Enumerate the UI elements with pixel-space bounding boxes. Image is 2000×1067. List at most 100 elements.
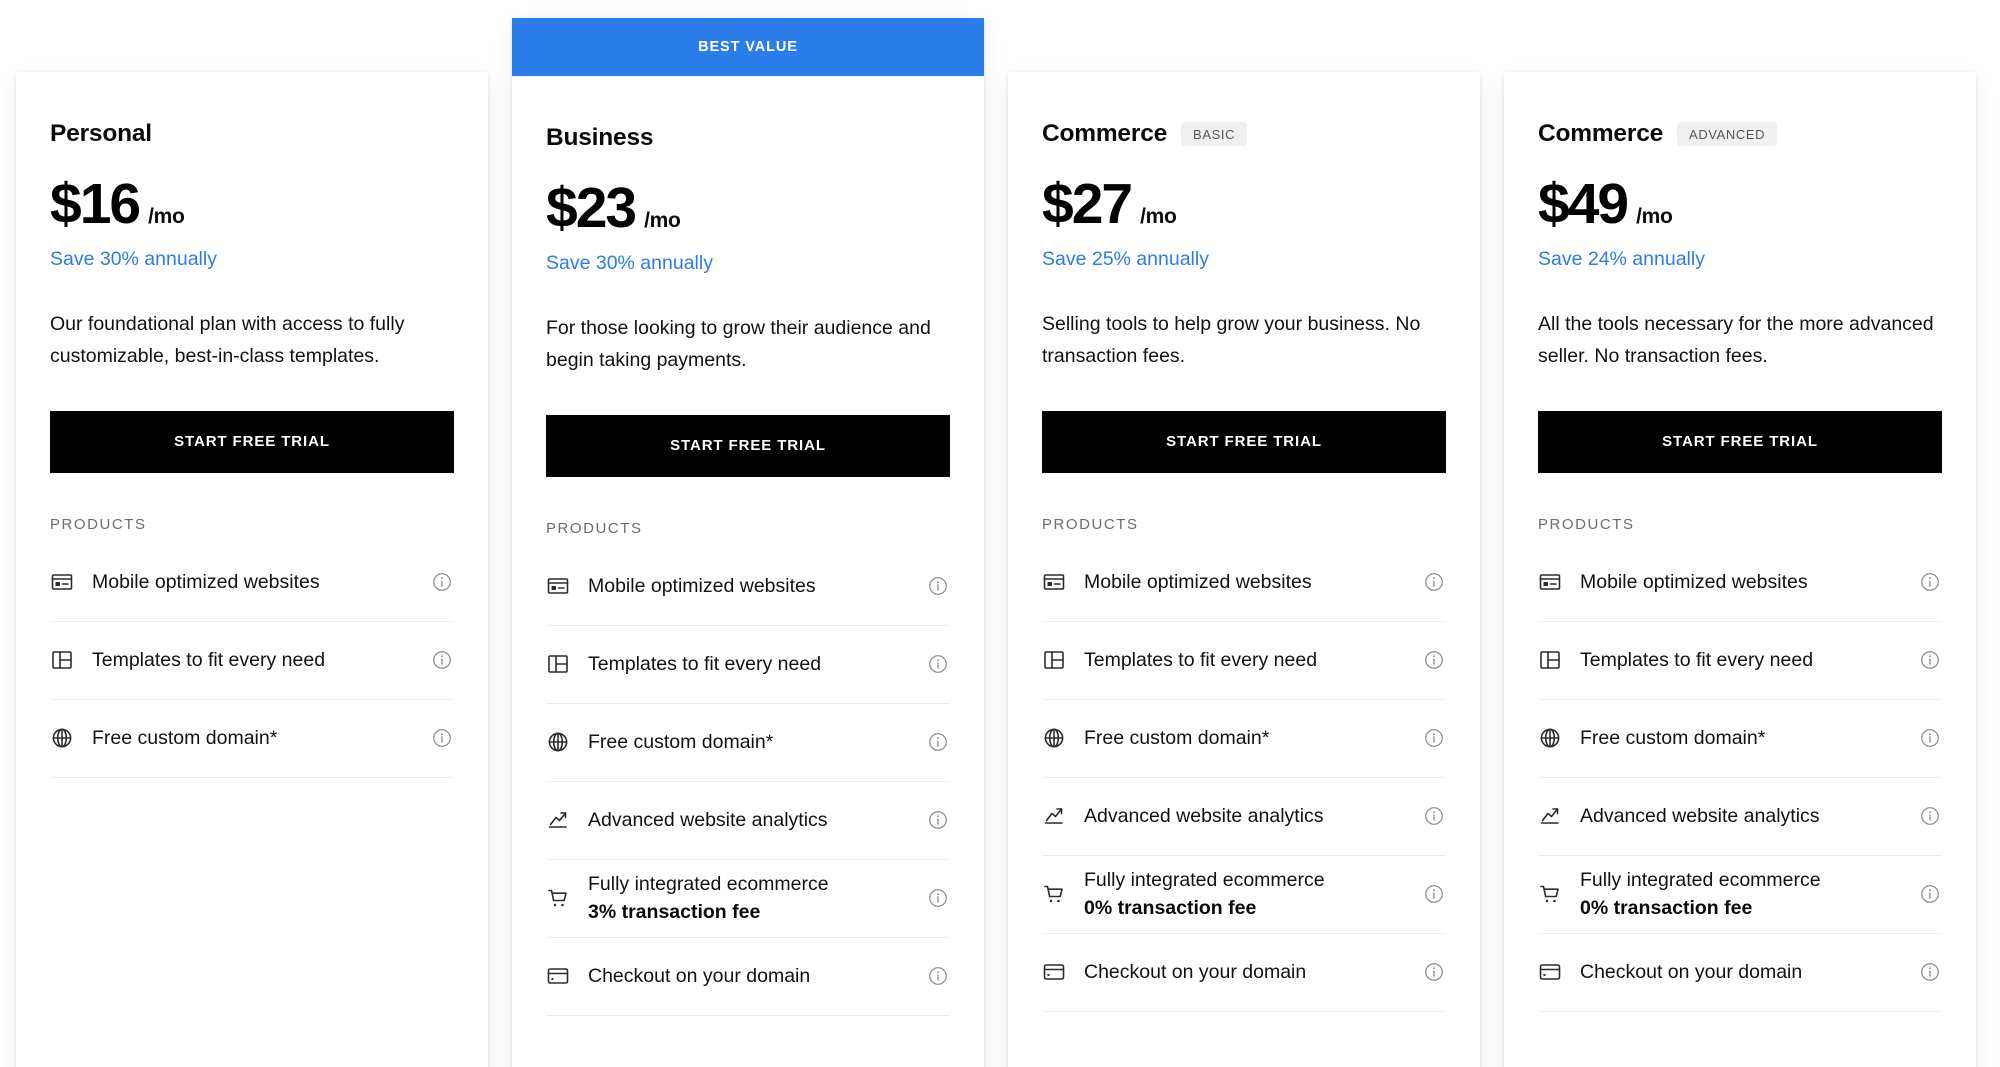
plan-feature-text: Fully integrated ecommerce 0% transaction… bbox=[1084, 866, 1422, 922]
feature-info-icon[interactable] bbox=[926, 575, 950, 597]
plan-feature-text: Mobile optimized websites bbox=[1084, 568, 1422, 596]
feature-info-icon[interactable] bbox=[1918, 961, 1942, 983]
plan-price-amount: $23 bbox=[546, 176, 637, 240]
annual-savings-link[interactable]: Save 30% annually bbox=[546, 251, 950, 275]
plan-feature-subtext: 3% transaction fee bbox=[588, 901, 761, 924]
credit-card-icon bbox=[1538, 960, 1580, 984]
plan-card-business: BEST VALUE Business $23/mo Save 30% annuall… bbox=[512, 18, 984, 1067]
plan-feature-label: Templates to fit every need bbox=[588, 652, 822, 675]
start-free-trial-button[interactable]: START FREE TRIAL bbox=[1042, 410, 1446, 473]
plan-feature-row: Advanced website analytics bbox=[1538, 778, 1942, 856]
shopping-cart-icon bbox=[546, 886, 588, 910]
plan-feature-label: Mobile optimized websites bbox=[588, 574, 816, 597]
products-section-heading: PRODUCTS bbox=[50, 515, 147, 533]
plan-feature-text: Checkout on your domain bbox=[1580, 958, 1918, 986]
plan-feature-row: Templates to fit every need bbox=[50, 622, 454, 700]
plan-feature-row: Fully integrated ecommerce 0% transaction… bbox=[1042, 856, 1446, 934]
plan-feature-label: Advanced website analytics bbox=[1084, 804, 1324, 827]
pricing-plans-comparison: Personal $16/mo Save 30% annually Our found… bbox=[0, 0, 2000, 1067]
start-free-trial-button[interactable]: START FREE TRIAL bbox=[546, 414, 950, 477]
feature-info-icon[interactable] bbox=[1422, 883, 1446, 905]
plan-feature-row: Checkout on your domain bbox=[1042, 934, 1446, 1012]
feature-info-icon[interactable] bbox=[430, 571, 454, 593]
analytics-chart-icon bbox=[546, 808, 588, 832]
start-free-trial-button[interactable]: START FREE TRIAL bbox=[1538, 410, 1942, 473]
plan-feature-row: Mobile optimized websites bbox=[1538, 544, 1942, 622]
annual-savings-link[interactable]: Save 30% annually bbox=[50, 247, 454, 271]
plan-price-period: /mo bbox=[644, 209, 681, 232]
globe-icon bbox=[50, 726, 92, 750]
feature-info-icon[interactable] bbox=[430, 727, 454, 749]
feature-info-icon[interactable] bbox=[926, 653, 950, 675]
plan-feature-row: Free custom domain* bbox=[1538, 700, 1942, 778]
plan-card-body: Commerce ADVANCED $49/mo Save 24% annually A… bbox=[1504, 72, 1976, 1012]
feature-info-icon[interactable] bbox=[1422, 727, 1446, 749]
plan-feature-text: Advanced website analytics bbox=[1084, 802, 1422, 830]
annual-savings-link[interactable]: Save 24% annually bbox=[1538, 247, 1942, 271]
feature-info-icon[interactable] bbox=[430, 649, 454, 671]
plan-feature-list: Mobile optimized websites Templates to fi… bbox=[50, 544, 454, 778]
browser-window-icon bbox=[1042, 570, 1084, 594]
feature-info-icon[interactable] bbox=[1422, 961, 1446, 983]
plan-feature-text: Mobile optimized websites bbox=[92, 568, 430, 596]
feature-info-icon[interactable] bbox=[1422, 805, 1446, 827]
analytics-chart-icon bbox=[1538, 804, 1580, 828]
feature-info-icon[interactable] bbox=[1918, 571, 1942, 593]
plan-feature-row: Advanced website analytics bbox=[1042, 778, 1446, 856]
plan-feature-text: Advanced website analytics bbox=[1580, 802, 1918, 830]
plan-feature-row: Templates to fit every need bbox=[1538, 622, 1942, 700]
feature-info-icon[interactable] bbox=[926, 809, 950, 831]
feature-info-icon[interactable] bbox=[1918, 883, 1942, 905]
plan-feature-subtext: 0% transaction fee bbox=[1580, 897, 1753, 920]
feature-info-icon[interactable] bbox=[1918, 727, 1942, 749]
plan-feature-row: Mobile optimized websites bbox=[546, 548, 950, 626]
plan-feature-text: Templates to fit every need bbox=[92, 646, 430, 674]
feature-info-icon[interactable] bbox=[926, 731, 950, 753]
feature-info-icon[interactable] bbox=[1422, 649, 1446, 671]
layout-columns-icon bbox=[546, 652, 588, 676]
plan-price-row: $16/mo bbox=[50, 176, 454, 233]
plan-feature-label: Mobile optimized websites bbox=[1580, 570, 1808, 593]
plan-feature-label: Free custom domain* bbox=[92, 726, 278, 749]
best-value-label: BEST VALUE bbox=[698, 39, 798, 55]
browser-window-icon bbox=[546, 574, 588, 598]
plan-feature-row: Advanced website analytics bbox=[546, 782, 950, 860]
plan-feature-label: Checkout on your domain bbox=[1084, 960, 1307, 983]
plan-name: Commerce bbox=[1538, 119, 1664, 147]
plan-title-row: Commerce ADVANCED bbox=[1538, 72, 1942, 146]
plan-title-row: Commerce BASIC bbox=[1042, 72, 1446, 146]
plan-feature-row: Free custom domain* bbox=[1042, 700, 1446, 778]
plan-feature-label: Free custom domain* bbox=[1084, 726, 1270, 749]
plan-price-amount: $27 bbox=[1042, 172, 1133, 236]
plan-price-period: /mo bbox=[148, 205, 185, 228]
plan-card-body: Personal $16/mo Save 30% annually Our found… bbox=[16, 72, 488, 778]
plan-feature-text: Free custom domain* bbox=[1580, 724, 1918, 752]
feature-info-icon[interactable] bbox=[1918, 649, 1942, 671]
feature-info-icon[interactable] bbox=[1918, 805, 1942, 827]
plan-feature-text: Templates to fit every need bbox=[1084, 646, 1422, 674]
plan-description: All the tools necessary for the more adv… bbox=[1538, 313, 1934, 367]
plan-name: Business bbox=[546, 123, 654, 151]
annual-savings-link[interactable]: Save 25% annually bbox=[1042, 247, 1446, 271]
feature-info-icon[interactable] bbox=[926, 887, 950, 909]
feature-info-icon[interactable] bbox=[1422, 571, 1446, 593]
plan-feature-row: Templates to fit every need bbox=[1042, 622, 1446, 700]
plan-feature-label: Templates to fit every need bbox=[1580, 648, 1814, 671]
plan-title-row: Personal bbox=[50, 72, 454, 145]
shopping-cart-icon bbox=[1538, 882, 1580, 906]
plan-feature-row: Mobile optimized websites bbox=[1042, 544, 1446, 622]
layout-columns-icon bbox=[50, 648, 92, 672]
plan-feature-text: Mobile optimized websites bbox=[1580, 568, 1918, 596]
feature-info-icon[interactable] bbox=[926, 965, 950, 987]
credit-card-icon bbox=[1042, 960, 1084, 984]
plan-price-amount: $49 bbox=[1538, 172, 1629, 236]
plan-price-amount: $16 bbox=[50, 172, 141, 236]
plan-description: Our foundational plan with access to ful… bbox=[50, 313, 405, 367]
plan-feature-row: Checkout on your domain bbox=[546, 938, 950, 1016]
plan-card-personal: Personal $16/mo Save 30% annually Our found… bbox=[16, 72, 488, 1067]
plan-feature-text: Templates to fit every need bbox=[588, 650, 926, 678]
plan-feature-list: Mobile optimized websites Templates to fi… bbox=[1042, 544, 1446, 1012]
plan-price-row: $27/mo bbox=[1042, 176, 1446, 233]
start-free-trial-button[interactable]: START FREE TRIAL bbox=[50, 410, 454, 473]
plan-feature-label: Templates to fit every need bbox=[92, 648, 326, 671]
